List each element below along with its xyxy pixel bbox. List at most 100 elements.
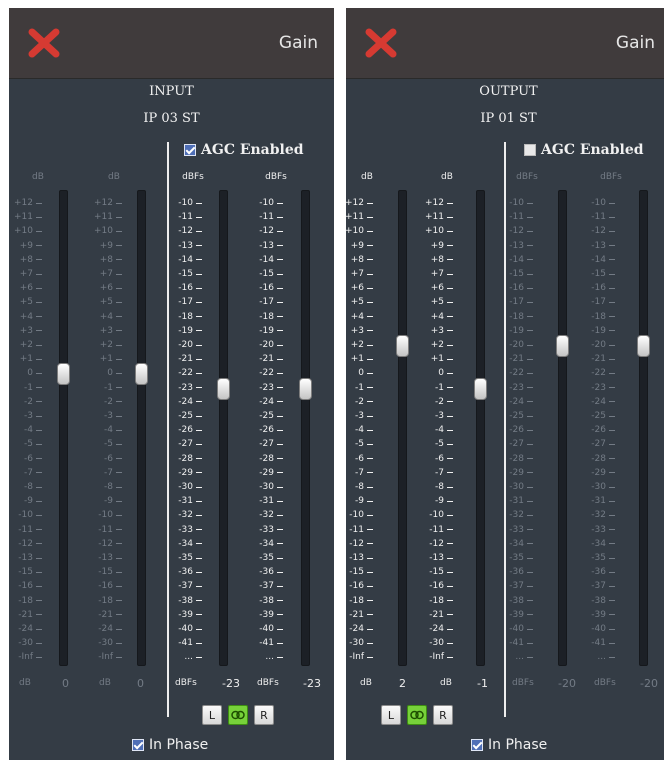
scale-tick-mark	[609, 259, 615, 261]
scale-tick: -32	[252, 510, 283, 520]
in-phase-checkbox-box[interactable]	[471, 739, 483, 751]
scale-tick-mark	[447, 202, 453, 204]
scale-tick-mark	[609, 514, 615, 516]
scale-tick-label: -39	[591, 609, 606, 620]
channel-buttons: L R	[202, 705, 274, 725]
scale-tick-mark	[196, 216, 202, 218]
scale-tick: -19	[171, 326, 202, 336]
agc-fader-track[interactable]	[556, 190, 569, 666]
scale-tick-mark	[277, 486, 283, 488]
link-channels-button[interactable]	[228, 705, 248, 725]
scale-tick: -9	[422, 496, 453, 506]
scale-tick-mark	[367, 387, 373, 389]
close-icon[interactable]	[364, 28, 398, 58]
gain-fader-knob[interactable]	[135, 363, 148, 386]
scale-tick-label: -5	[355, 439, 364, 450]
scale-tick-label: -9	[104, 496, 113, 507]
scale-tick-mark	[36, 600, 42, 602]
scale-tick: +7	[422, 269, 453, 279]
scale-tick: -10	[171, 198, 202, 208]
gain-fader-knob[interactable]	[396, 335, 409, 357]
scale-tick-mark	[367, 273, 373, 275]
scale-tick: +12	[91, 198, 122, 208]
gain-fader-knob[interactable]	[57, 363, 70, 386]
scale-tick: -36	[584, 567, 615, 577]
scale-tick: -5	[342, 439, 373, 449]
scale-tick-mark	[116, 628, 122, 630]
scale-tick-mark	[367, 529, 373, 531]
right-channel-button[interactable]: R	[433, 705, 453, 725]
scale-tick-label: -12	[349, 538, 364, 549]
scale-tick-label: -16	[178, 283, 193, 294]
scale-tick-label: -29	[259, 467, 274, 478]
left-channel-button[interactable]: L	[381, 705, 401, 725]
scale-tick-label: -18	[509, 311, 524, 322]
scale-tick: -26	[584, 425, 615, 435]
scale-tick-mark	[367, 500, 373, 502]
scale-tick: -1	[91, 383, 122, 393]
scale-tick: -23	[252, 383, 283, 393]
scale-tick-label: -15	[591, 269, 606, 279]
link-channels-button[interactable]	[407, 705, 427, 725]
scale-tick: -16	[584, 283, 615, 293]
scale-tick-label: -9	[355, 496, 364, 507]
scale-tick-mark	[367, 287, 373, 289]
readout-value: -20	[558, 677, 576, 690]
gain-fader-track[interactable]	[396, 190, 409, 666]
gain-fader-knob[interactable]	[474, 377, 487, 400]
scale-tick-label: +10	[345, 226, 364, 237]
in-phase-checkbox[interactable]: In Phase	[132, 737, 208, 753]
in-phase-checkbox-box[interactable]	[132, 739, 144, 751]
scale-tick-mark	[609, 614, 615, 616]
scale-tick: -39	[252, 610, 283, 620]
scale-tick: +7	[11, 269, 42, 279]
scale-tick-mark	[116, 642, 122, 644]
agc-fader-knob[interactable]	[556, 335, 569, 357]
scale-tick-mark	[447, 642, 453, 644]
agc-fader-track[interactable]	[299, 190, 312, 666]
in-phase-checkbox[interactable]: In Phase	[471, 737, 547, 753]
gain-fader-track[interactable]	[135, 190, 148, 666]
scale-tick-label: -17	[178, 297, 193, 308]
scale-tick: -35	[584, 553, 615, 563]
scale-tick-label: -24	[509, 396, 524, 407]
agc-fader-knob[interactable]	[299, 377, 312, 400]
scale-tick: -33	[502, 525, 533, 535]
scale-tick-mark	[36, 387, 42, 389]
scale-tick-label: +3	[99, 325, 113, 336]
scale-tick-mark	[447, 344, 453, 346]
scale-tick: -11	[502, 212, 533, 222]
scale-tick: -12	[252, 226, 283, 236]
scale-tick: -18	[171, 312, 202, 322]
agc-fader-track[interactable]	[637, 190, 650, 666]
agc-fader-knob[interactable]	[637, 335, 650, 357]
scale-tick-mark	[196, 443, 202, 445]
scale-tick: +9	[422, 241, 453, 251]
agc-fader-knob[interactable]	[217, 377, 230, 400]
agc-fader-track[interactable]	[217, 190, 230, 666]
scale-tick: -36	[502, 567, 533, 577]
right-channel-button[interactable]: R	[254, 705, 274, 725]
scale-tick-label: -40	[178, 624, 193, 634]
agc-checkbox-box[interactable]	[184, 144, 196, 156]
scale-tick-mark	[196, 301, 202, 303]
scale-tick-mark	[36, 344, 42, 346]
agc-enabled-checkbox[interactable]: AGC Enabled	[524, 142, 644, 158]
close-icon[interactable]	[27, 28, 61, 58]
agc-enabled-checkbox[interactable]: AGC Enabled	[184, 142, 304, 158]
scale-tick-mark	[367, 585, 373, 587]
scale-tick-mark	[609, 486, 615, 488]
scale-tick-label: -14	[259, 254, 274, 265]
scale-tick-label: +8	[99, 254, 113, 265]
left-channel-button[interactable]: L	[202, 705, 222, 725]
scale-tick-mark	[447, 600, 453, 602]
readout-value: -1	[477, 677, 488, 690]
gain-fader-track[interactable]	[57, 190, 70, 666]
scale-tick: -23	[584, 383, 615, 393]
agc-checkbox-box[interactable]	[524, 144, 536, 156]
scale-tick-label: -20	[178, 340, 193, 350]
gain-fader-track[interactable]	[474, 190, 487, 666]
scale-tick: -29	[584, 468, 615, 478]
scale-tick: -15	[502, 269, 533, 279]
scale-tick-mark	[277, 500, 283, 502]
